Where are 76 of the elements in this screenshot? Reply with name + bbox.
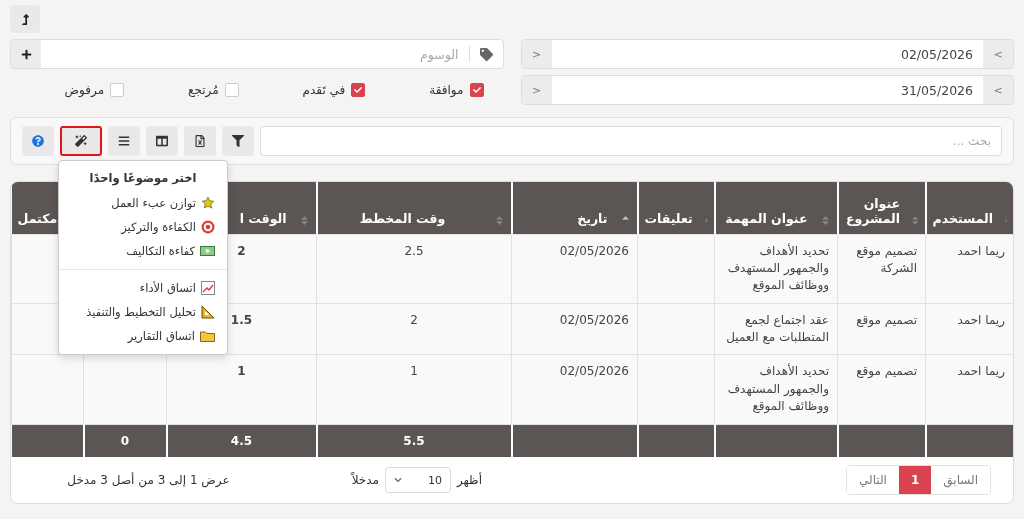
checkbox-label: مُرتجع [188, 83, 219, 97]
column-header[interactable]: تعليقات [644, 210, 693, 226]
table-cell: 1 [166, 354, 317, 425]
check-icon [354, 86, 363, 94]
prev-button[interactable]: < [521, 76, 552, 104]
menu-item[interactable]: الكفاءة والتركيز [121, 220, 196, 234]
wand-icon [75, 135, 87, 147]
tags-input-group[interactable]: الوسوم [10, 39, 504, 69]
column-header[interactable]: الوقت ا [239, 210, 287, 226]
table-cell: ريما احمد [925, 234, 1013, 304]
table-cell: 02/05/2026 [511, 303, 638, 355]
page-button[interactable]: 1 [898, 466, 932, 495]
column-header[interactable]: تاريخ [577, 210, 608, 226]
checkbox-label: مرفوض [64, 83, 105, 97]
checkbox-label: في تَقدم [302, 83, 346, 97]
date-picker[interactable]: > 02/05/2026 < [520, 39, 1014, 69]
menu-icon [118, 135, 130, 147]
target-icon [201, 220, 215, 234]
checkbox[interactable] [469, 83, 484, 97]
date-picker[interactable]: > 31/05/2026 < [520, 75, 1014, 105]
sort-icon[interactable] [912, 214, 919, 226]
table-cell: 1 [316, 354, 512, 425]
table-cell: تصميم موقع الشركة [837, 234, 926, 304]
length-label: مدخلاً [351, 473, 379, 488]
table-cell: تصميم موقع [837, 303, 926, 355]
excel-button[interactable] [184, 126, 216, 156]
filter-button[interactable] [222, 126, 254, 156]
help-icon [32, 135, 44, 147]
columns-button[interactable] [146, 126, 178, 156]
checkbox[interactable] [110, 83, 125, 97]
menu-item[interactable]: توازن عبء العمل [111, 196, 196, 210]
next-button[interactable]: > [983, 40, 1013, 68]
ruler-icon [201, 305, 215, 319]
add-icon[interactable] [20, 48, 32, 60]
total-cell: 5.5 [316, 424, 512, 458]
checkbox[interactable] [351, 83, 366, 97]
entries-info: عرض 1 إلى 3 من أصل 3 مدخل [67, 473, 230, 488]
search-field[interactable]: بحث ... [260, 126, 1002, 156]
columns-icon [156, 135, 168, 147]
table-cell: ريما احمد [925, 354, 1013, 425]
list-button[interactable] [108, 126, 140, 156]
table-cell: 2 [316, 303, 512, 355]
column-header[interactable]: مكتمل [17, 210, 58, 226]
table-cell: 2.5 [316, 234, 512, 304]
menu-title: اختر موضوعًا واحدًا [88, 170, 198, 188]
length-label: أظهر [456, 473, 482, 488]
table-cell: تحديد الأهداف والجمهور المستهدف ووظائف الموقع [714, 234, 838, 304]
check-icon [472, 86, 481, 94]
table-cell: 02/05/2026 [511, 354, 638, 425]
checkbox[interactable] [224, 83, 239, 97]
prev-button[interactable]: < [521, 40, 552, 68]
page-size-select[interactable]: 10 [384, 467, 451, 494]
filter-icon [232, 135, 244, 147]
table-cell: تصميم موقع [837, 354, 926, 425]
next-button[interactable]: > [983, 76, 1013, 104]
table-cell: عقد اجتماع لجمع المتطلبات مع العميل [714, 303, 838, 355]
chevron-down-icon [393, 476, 402, 485]
banknote-icon [200, 245, 215, 257]
tag-icon [479, 47, 493, 61]
chart-icon [201, 281, 215, 295]
sort-icon[interactable] [493, 214, 505, 226]
table-cell: ريما احمد [925, 303, 1013, 355]
checkbox-label: موافقة [429, 83, 464, 97]
level-up-icon [19, 13, 31, 25]
back-button[interactable] [10, 5, 40, 33]
file-icon [194, 135, 206, 147]
total-cell: 4.5 [166, 424, 317, 458]
total-cell: 0 [83, 424, 167, 458]
sort-icon[interactable] [819, 214, 831, 226]
sort-icon[interactable] [298, 214, 310, 226]
table-cell: تحديد الأهداف والجمهور المستهدف ووظائف الموقع [714, 354, 838, 425]
wand-button[interactable] [60, 126, 102, 156]
table-cell: 02/05/2026 [511, 234, 638, 304]
help-button[interactable] [22, 126, 54, 156]
folder-icon [200, 330, 215, 342]
star-icon [201, 196, 215, 210]
